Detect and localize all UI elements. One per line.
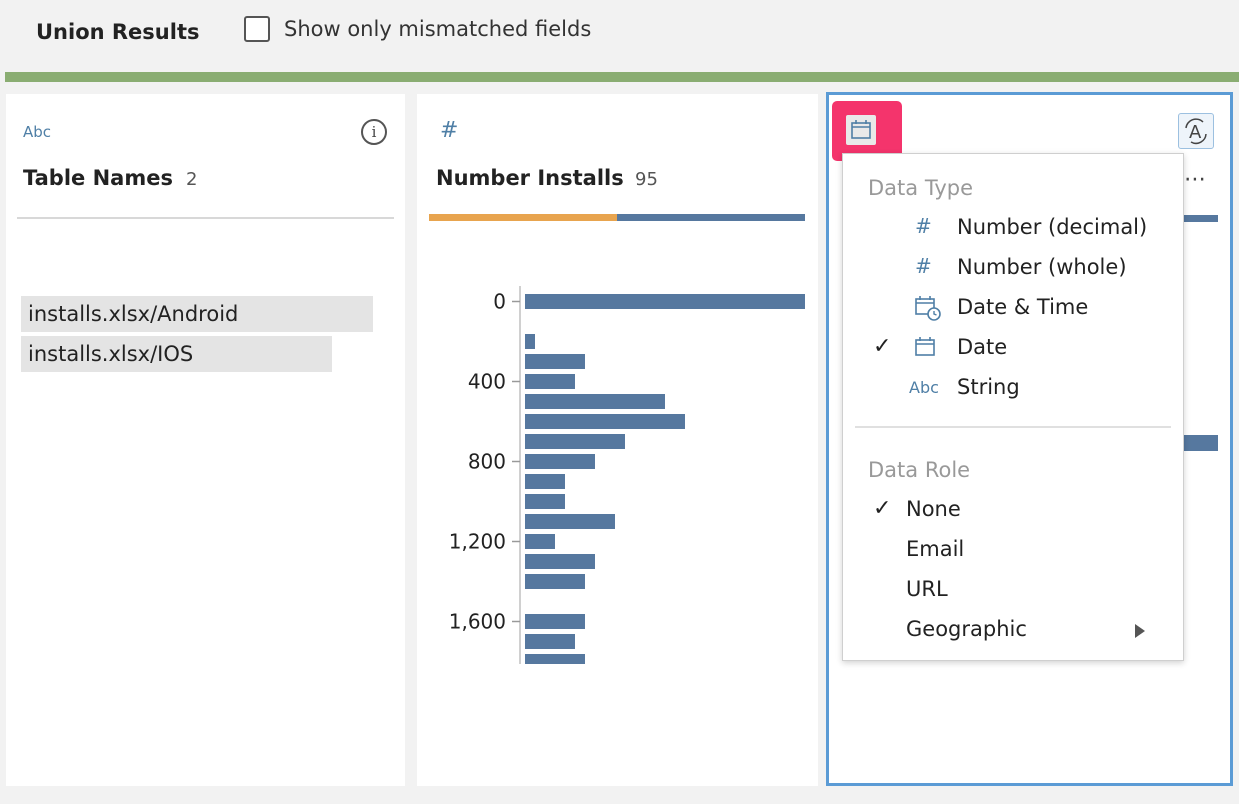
reset-type-icon[interactable]: A bbox=[1178, 113, 1214, 149]
menu-item-label[interactable]: None bbox=[906, 497, 961, 521]
field-count: 2 bbox=[186, 169, 198, 190]
calendar-clock-icon bbox=[913, 294, 943, 327]
menu-divider bbox=[855, 426, 1171, 428]
info-icon[interactable]: i bbox=[361, 119, 387, 145]
mismatch-bar-blue bbox=[617, 214, 805, 221]
calendar-icon bbox=[913, 334, 939, 365]
histogram-bar[interactable] bbox=[525, 614, 585, 629]
y-tick-label: 0 bbox=[493, 290, 506, 314]
svg-text:A: A bbox=[1189, 122, 1202, 143]
histogram[interactable]: 04008001,2001,6002,000 bbox=[417, 274, 818, 664]
histogram-bar[interactable] bbox=[525, 494, 565, 509]
mismatch-bar-orange bbox=[429, 214, 617, 221]
y-tick-label: 1,600 bbox=[449, 610, 506, 634]
header-bar: Union Results Show only mismatched field… bbox=[0, 0, 1239, 72]
value-item[interactable]: installs.xlsx/IOS bbox=[21, 336, 332, 372]
histogram-bar bbox=[1184, 435, 1218, 451]
histogram-bar[interactable] bbox=[525, 654, 585, 664]
menu-item-label[interactable]: Geographic bbox=[906, 617, 1027, 641]
menu-item-label[interactable]: Number (decimal) bbox=[957, 215, 1147, 239]
histogram-bar[interactable] bbox=[525, 414, 685, 429]
histogram-bar[interactable] bbox=[525, 294, 805, 309]
histogram-bar[interactable] bbox=[525, 574, 585, 589]
field-card-number-installs[interactable]: # Number Installs 95 04008001,2001,6002,… bbox=[417, 94, 818, 786]
value-item[interactable]: installs.xlsx/Android bbox=[21, 296, 373, 332]
histogram-bar[interactable] bbox=[525, 334, 535, 349]
histogram-bar[interactable] bbox=[525, 434, 625, 449]
y-tick-label: 800 bbox=[468, 450, 506, 474]
histogram-bar[interactable] bbox=[525, 374, 575, 389]
page-title: Union Results bbox=[36, 20, 200, 44]
menu-item-role-url[interactable]: URL bbox=[906, 577, 948, 601]
union-status-bar bbox=[5, 72, 1239, 82]
y-tick-label: 400 bbox=[468, 370, 506, 394]
histogram-bar[interactable] bbox=[525, 474, 565, 489]
menu-item-role-email[interactable]: Email bbox=[906, 537, 964, 561]
more-options-icon[interactable]: ⋯ bbox=[1184, 167, 1207, 192]
field-name: Number Installs bbox=[436, 166, 624, 190]
histogram-bar[interactable] bbox=[525, 554, 595, 569]
histogram-bar[interactable] bbox=[525, 534, 555, 549]
field-count: 95 bbox=[635, 169, 658, 190]
hash-icon[interactable]: # bbox=[440, 118, 458, 143]
abc-icon: Abc bbox=[909, 378, 939, 397]
hash-icon: # bbox=[915, 254, 932, 278]
histogram-bar[interactable] bbox=[525, 354, 585, 369]
mismatch-bar-blue bbox=[1184, 215, 1218, 222]
data-type-header: Data Type bbox=[868, 176, 974, 200]
show-mismatched-checkbox[interactable] bbox=[244, 16, 270, 42]
checkmark-icon: ✓ bbox=[873, 496, 892, 521]
menu-item-label[interactable]: Date bbox=[957, 335, 1007, 359]
data-type-menu: Data Type # Number (decimal) # Number (w… bbox=[842, 153, 1184, 661]
field-card-table-names[interactable]: Abc i Table Names 2 installs.xlsx/Androi… bbox=[6, 94, 405, 786]
y-tick-label: 1,200 bbox=[449, 530, 506, 554]
field-name: Table Names bbox=[23, 166, 173, 190]
chevron-right-icon bbox=[1135, 624, 1145, 638]
menu-item-label[interactable]: String bbox=[957, 375, 1020, 399]
data-type-button[interactable] bbox=[832, 101, 902, 161]
menu-item-label[interactable]: Date & Time bbox=[957, 295, 1088, 319]
hash-icon: # bbox=[915, 214, 932, 238]
divider bbox=[17, 217, 394, 219]
histogram-bar[interactable] bbox=[525, 514, 615, 529]
checkmark-icon: ✓ bbox=[873, 334, 892, 359]
show-mismatched-label[interactable]: Show only mismatched fields bbox=[284, 17, 591, 41]
histogram-bar[interactable] bbox=[525, 394, 665, 409]
abc-icon[interactable]: Abc bbox=[23, 123, 51, 141]
histogram-bar[interactable] bbox=[525, 634, 575, 649]
data-role-header: Data Role bbox=[868, 458, 971, 482]
histogram-bar[interactable] bbox=[525, 454, 595, 469]
menu-item-label[interactable]: Number (whole) bbox=[957, 255, 1127, 279]
calendar-icon bbox=[846, 115, 876, 145]
